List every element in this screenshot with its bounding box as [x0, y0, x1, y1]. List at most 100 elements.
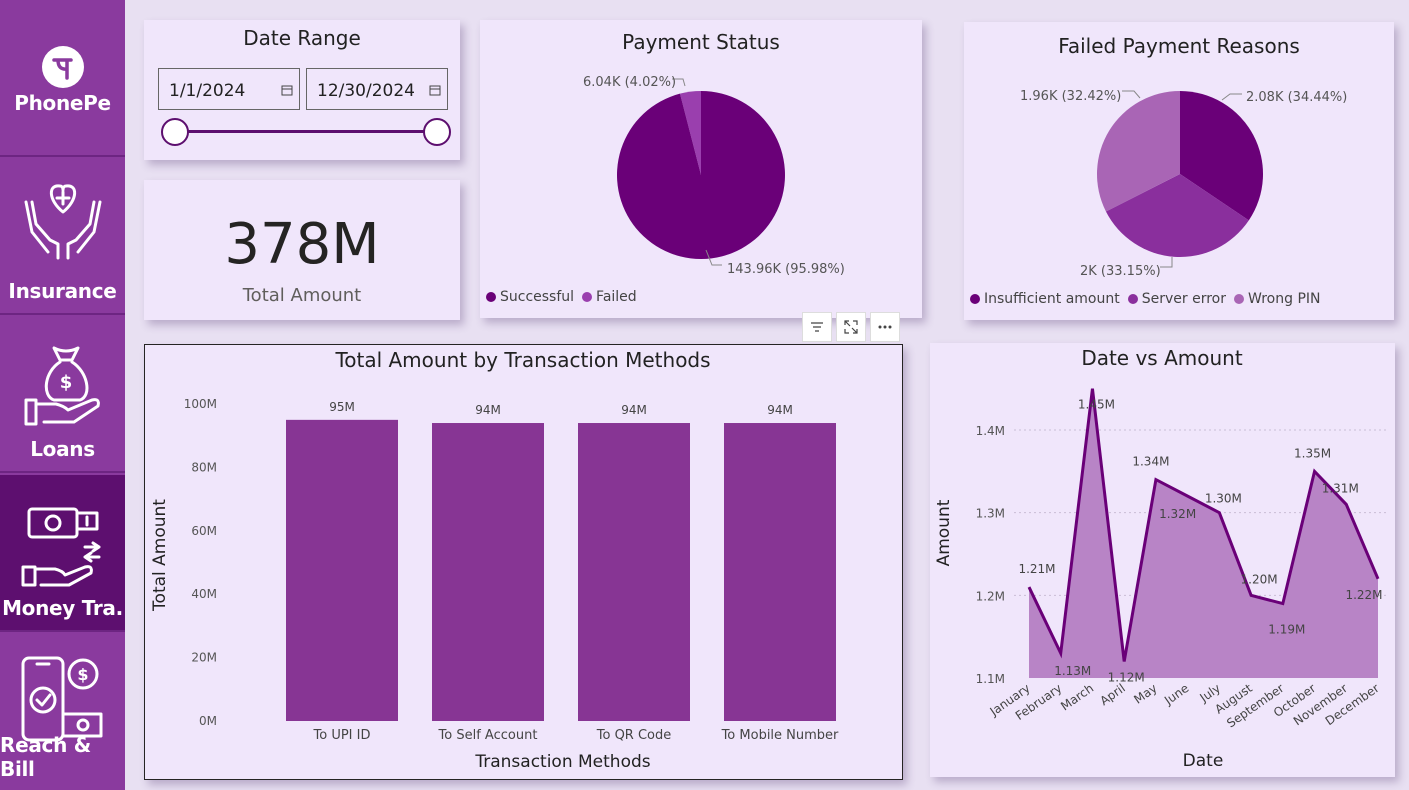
- phone-bill-icon: $: [21, 656, 102, 742]
- sidebar-item-money-transfer[interactable]: Money Tra.: [0, 475, 125, 632]
- pie-leader-line: [1160, 257, 1173, 268]
- sidebar-nav: PhonePe Insurance $ Loans Money Tra. $ R…: [0, 0, 125, 790]
- bar[interactable]: [432, 423, 544, 721]
- sidebar-item-label: Insurance: [8, 279, 117, 303]
- calendar-icon[interactable]: [281, 84, 293, 96]
- point-data-label: 1.21M: [1018, 562, 1055, 576]
- x-tick-label: To Mobile Number: [721, 728, 839, 743]
- legend-item-failed[interactable]: Failed: [582, 289, 637, 305]
- x-tick-label: To Self Account: [438, 728, 538, 743]
- y-tick-label: 1.1M: [976, 672, 1005, 686]
- legend-item-successful[interactable]: Successful: [486, 289, 574, 305]
- y-tick-label: 1.2M: [976, 589, 1005, 603]
- total-amount-card: 378M Total Amount: [144, 180, 460, 320]
- point-data-label: 1.12M: [1108, 670, 1145, 684]
- money-bag-hand-icon: $: [24, 346, 100, 426]
- pie-leader-line: [1221, 93, 1242, 101]
- expand-icon: [844, 320, 858, 334]
- svg-text:$: $: [59, 372, 72, 393]
- filter-button[interactable]: [802, 312, 832, 342]
- y-tick-label: 1.4M: [976, 424, 1005, 438]
- x-tick-label: To QR Code: [596, 728, 672, 743]
- sidebar-item-phonepe[interactable]: PhonePe: [0, 0, 125, 157]
- legend-label: Insufficient amount: [984, 291, 1120, 307]
- legend-item-insufficient[interactable]: Insufficient amount: [970, 291, 1120, 307]
- y-tick-label: 0M: [199, 714, 217, 728]
- point-data-label: 1.22M: [1345, 588, 1382, 602]
- end-date-input[interactable]: 12/30/2024: [306, 68, 448, 110]
- bar-chart-y-axis-title: Total Amount: [150, 499, 170, 612]
- legend-dot: [582, 292, 593, 302]
- bar[interactable]: [724, 423, 836, 721]
- point-data-label: 1.19M: [1268, 623, 1305, 637]
- bar-chart-title: Total Amount by Transaction Methods: [334, 348, 710, 372]
- y-tick-label: 60M: [191, 524, 217, 538]
- point-data-label: 1.32M: [1159, 507, 1196, 521]
- legend-item-wrong-pin[interactable]: Wrong PIN: [1234, 291, 1320, 307]
- legend-label: Server error: [1141, 291, 1226, 307]
- sidebar-item-insurance[interactable]: Insurance: [0, 158, 125, 315]
- end-date-value: 12/30/2024: [317, 81, 415, 101]
- date-range-title: Date Range: [243, 26, 361, 50]
- area-chart-title: Date vs Amount: [1081, 346, 1243, 370]
- successful-slice-label: 143.96K (95.98%): [727, 262, 845, 277]
- y-tick-label: 20M: [191, 651, 217, 665]
- heart-hands-icon: [24, 184, 101, 260]
- legend-label: Successful: [500, 289, 575, 305]
- point-data-label: 1.34M: [1132, 455, 1169, 469]
- date-slider-start-handle[interactable]: [161, 118, 189, 146]
- sidebar-item-label: Loans: [30, 437, 95, 461]
- point-data-label: 1.45M: [1078, 398, 1115, 412]
- legend-dot: [1234, 294, 1244, 304]
- date-slider-end-handle[interactable]: [423, 118, 451, 146]
- x-tick-label: May: [1131, 681, 1159, 707]
- pie-slice-successful[interactable]: [617, 91, 785, 259]
- bar-data-label: 95M: [329, 400, 355, 414]
- legend-label: Wrong PIN: [1248, 291, 1321, 307]
- x-tick-label: To UPI ID: [313, 728, 371, 743]
- start-date-value: 1/1/2024: [169, 81, 246, 101]
- area-chart-y-axis-title: Amount: [934, 499, 954, 566]
- x-tick-label: April: [1097, 681, 1128, 708]
- sidebar-item-recharge-bill[interactable]: $ Reach & Bill: [0, 634, 125, 790]
- sidebar-item-loans[interactable]: $ Loans: [0, 316, 125, 473]
- focus-mode-button[interactable]: [836, 312, 866, 342]
- date-vs-amount-area-chart: Date vs Amount Date Amount 1.1M 1.2M 1.3M 1…: [934, 346, 1388, 771]
- point-data-label: 1.20M: [1241, 572, 1278, 586]
- y-tick-label: 40M: [191, 587, 217, 601]
- legend-dot: [1127, 294, 1138, 304]
- filter-icon: [811, 322, 823, 332]
- server-error-slice-label: 2K (33.15%): [1080, 264, 1161, 279]
- payment-status-card: Payment Status 6.04K (4.02%) 143.96K (95…: [480, 20, 922, 318]
- legend-dot: [486, 292, 496, 302]
- bar[interactable]: [286, 419, 398, 721]
- total-amount-label: Total Amount: [242, 285, 362, 306]
- bar-data-label: 94M: [621, 403, 647, 417]
- phonepe-logo-icon: [41, 46, 84, 88]
- sidebar-item-label: Money Tra.: [2, 596, 123, 620]
- calendar-icon[interactable]: [429, 84, 441, 96]
- bar[interactable]: [578, 423, 690, 721]
- wrong-pin-slice-label: 1.96K (32.42%): [1020, 89, 1121, 104]
- bar-data-label: 94M: [475, 403, 501, 417]
- payment-status-pie-chart: 6.04K (4.02%) 143.96K (95.98%): [583, 75, 845, 277]
- visual-header-toolbar: [802, 312, 900, 342]
- bar-data-label: 94M: [767, 403, 793, 417]
- insufficient-slice-label: 2.08K (34.44%): [1246, 90, 1347, 105]
- start-date-input[interactable]: 1/1/2024: [158, 68, 300, 110]
- point-data-label: 1.13M: [1054, 664, 1091, 678]
- failed-slice-label: 6.04K (4.02%): [583, 75, 676, 90]
- x-tick-label: June: [1161, 681, 1191, 708]
- pie-leader-line: [1122, 90, 1141, 99]
- legend-item-server-error[interactable]: Server error: [1127, 291, 1226, 307]
- point-data-label: 1.35M: [1294, 446, 1331, 460]
- area-fill: [1029, 388, 1378, 678]
- date-vs-amount-card: Date vs Amount Date Amount 1.1M 1.2M 1.3M 1…: [930, 343, 1395, 777]
- legend-dot: [970, 294, 980, 304]
- y-tick-label: 1.3M: [976, 507, 1005, 521]
- date-slider-track[interactable]: [174, 130, 436, 133]
- ellipsis-icon: [878, 325, 892, 329]
- more-options-button[interactable]: [870, 312, 900, 342]
- total-amount-value: 378M: [224, 212, 380, 277]
- x-tick-label: March: [1058, 681, 1096, 713]
